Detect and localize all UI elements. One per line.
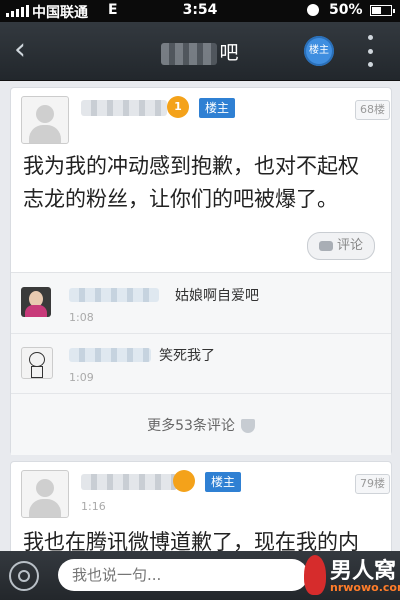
post-feed[interactable]: 1 楼主 68楼 我为我的冲动感到抱歉，也对不起权志龙的粉丝，让你们的吧被爆了。…	[0, 81, 400, 551]
comment-bubble-icon	[318, 240, 333, 251]
bottom-bar: 男人窝 nrwowo.com	[0, 551, 400, 600]
comment-button[interactable]: 评论	[307, 232, 375, 260]
blurred-username[interactable]	[69, 348, 151, 362]
blurred-title	[161, 42, 218, 65]
reply-time: 1:09	[69, 371, 94, 384]
avatar[interactable]	[21, 96, 69, 144]
post-card: 1 楼主 68楼 我为我的冲动感到抱歉，也对不起权志龙的粉丝，让你们的吧被爆了。…	[10, 87, 392, 455]
post-text: 我也在腾讯微博道歉了，现在我的内	[23, 530, 359, 551]
list-item[interactable]: 姑娘啊自爱吧 1:08	[11, 273, 391, 334]
reply-list: 姑娘啊自爱吧 1:08 笑死我了 1:09 更多53条评论	[11, 272, 391, 455]
floor-number: 79楼	[355, 474, 390, 494]
post-time: 1:16	[81, 500, 106, 513]
blurred-username[interactable]	[81, 474, 177, 490]
blurred-username[interactable]	[81, 100, 167, 116]
clock-icon	[307, 4, 319, 16]
title-suffix: 吧	[219, 42, 239, 64]
more-vertical-icon[interactable]	[363, 35, 377, 67]
watermark-en: nrwowo.com	[330, 581, 400, 594]
crown-icon	[173, 470, 195, 492]
voice-icon[interactable]	[9, 561, 39, 591]
avatar[interactable]	[21, 287, 51, 317]
owner-badge: 楼主	[205, 472, 242, 492]
comment-label: 评论	[336, 238, 363, 253]
avatar[interactable]	[21, 347, 53, 379]
crown-icon: 1	[167, 96, 189, 118]
post-card: 楼主 79楼 1:16 我也在腾讯微博道歉了，现在我的内	[10, 461, 392, 551]
owner-badge: 楼主	[199, 98, 236, 118]
comment-input[interactable]	[58, 559, 308, 591]
post-text: 我为我的冲动感到抱歉，也对不起权志龙的粉丝，让你们的吧被爆了。	[23, 154, 359, 211]
more-comments-link[interactable]: 更多53条评论	[11, 415, 391, 435]
reply-text: 姑娘啊自爱吧	[175, 288, 259, 304]
battery-percent: 50%	[329, 2, 363, 18]
floor-number: 68楼	[355, 100, 390, 120]
battery-icon	[370, 5, 395, 16]
watermark-logo: 男人窝 nrwowo.com	[300, 553, 400, 599]
status-bar: 中国联通 E 3:54 50%	[0, 0, 400, 22]
nav-bar: ‹ 吧 楼主	[0, 22, 400, 81]
avatar[interactable]	[21, 470, 69, 518]
reply-time: 1:08	[69, 311, 94, 324]
reply-text: 笑死我了	[159, 348, 215, 364]
more-comments-label: 更多53条评论	[147, 418, 235, 434]
page-title: 吧	[0, 38, 400, 65]
blurred-username[interactable]	[69, 288, 159, 302]
list-item[interactable]: 笑死我了 1:09	[11, 333, 391, 394]
owner-only-button[interactable]: 楼主	[304, 36, 334, 66]
shield-icon	[240, 419, 255, 433]
